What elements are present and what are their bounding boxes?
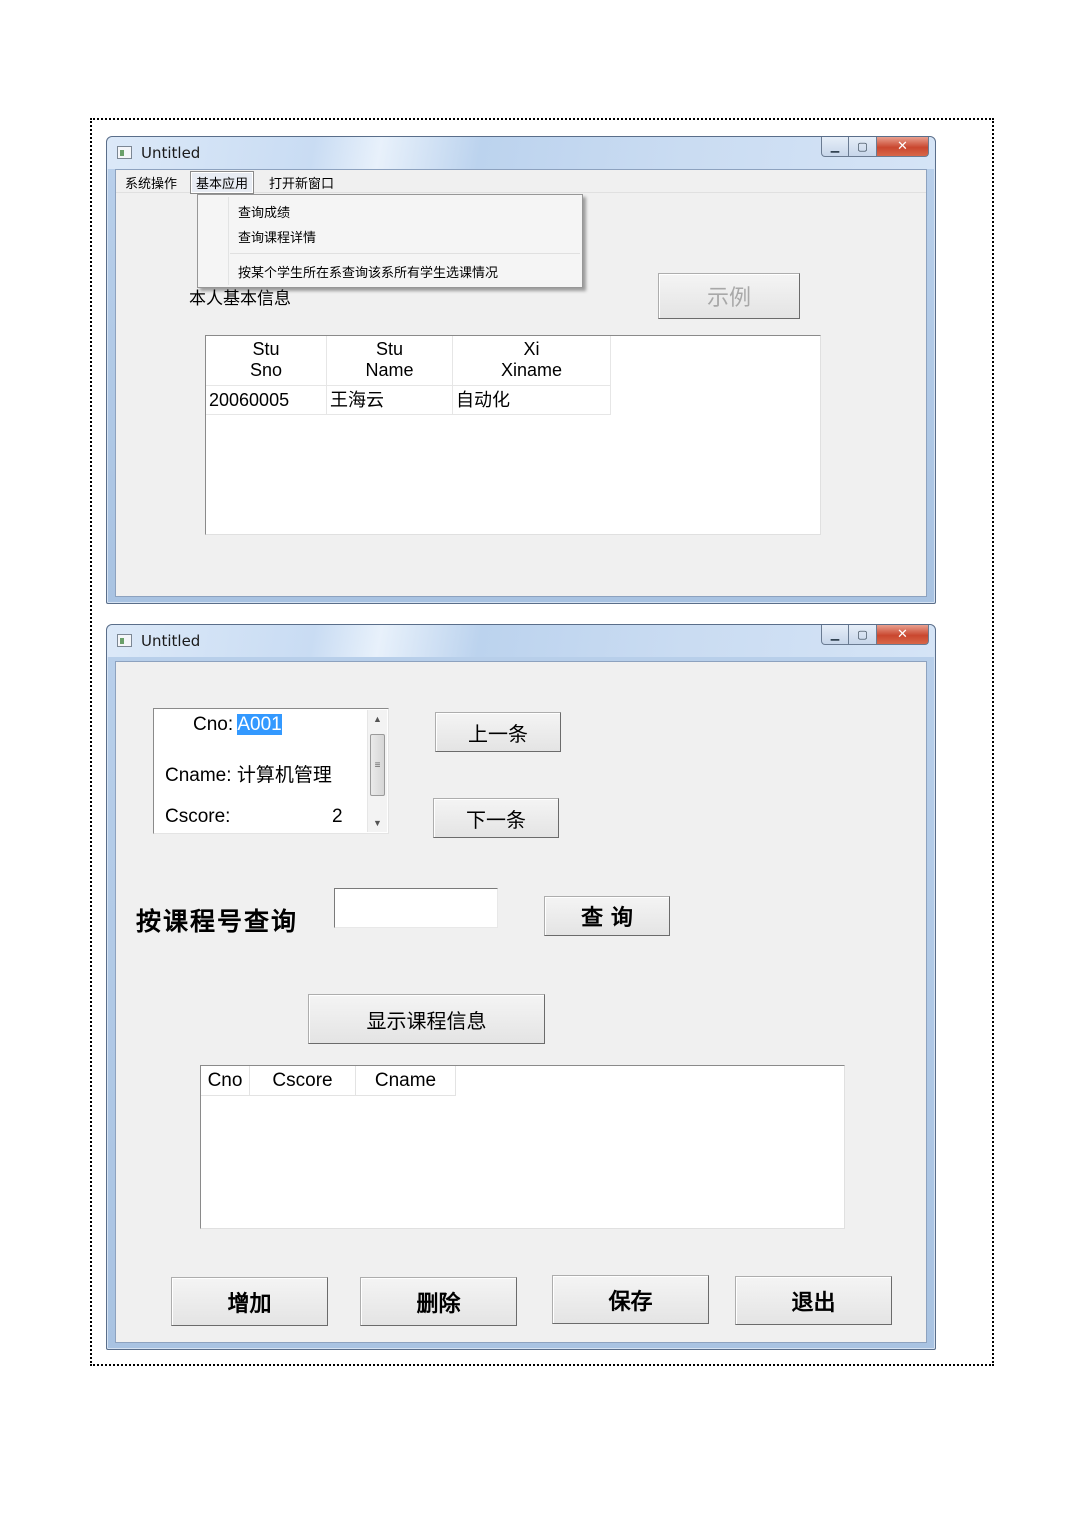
- cscore-value[interactable]: 2: [332, 806, 343, 828]
- menu-separator: [230, 253, 580, 254]
- course-list[interactable]: Cno Cscore Cname: [200, 1065, 845, 1229]
- minimize-icon[interactable]: ▁: [821, 137, 849, 157]
- menu-item-query-course-details[interactable]: 查询课程详情: [238, 227, 316, 246]
- title-bar[interactable]: Untitled ▁ ▢ ✕: [107, 625, 935, 657]
- scroll-down-icon[interactable]: ▼: [368, 814, 387, 832]
- maximize-icon[interactable]: ▢: [849, 137, 877, 157]
- window-title: Untitled: [141, 632, 201, 650]
- cname-row: Cname: 计算机管理: [165, 760, 332, 787]
- menu-gutter: [228, 197, 229, 285]
- prev-record-button[interactable]: 上一条: [435, 712, 561, 752]
- grid-cell-sno[interactable]: 20060005: [206, 386, 327, 415]
- menu-open-new-window[interactable]: 打开新窗口: [264, 172, 339, 193]
- example-button[interactable]: 示例: [658, 273, 800, 319]
- list-header-cscore[interactable]: Cscore: [250, 1066, 356, 1096]
- cno-label: Cno:: [193, 714, 234, 735]
- next-record-button[interactable]: 下一条: [433, 798, 559, 838]
- menu-bar: 系统操作 基本应用 打开新窗口: [116, 170, 926, 194]
- client-area: 系统操作 基本应用 打开新窗口 查询成绩 查询课程详情 按某个学生所在系查询该系…: [115, 169, 927, 597]
- show-course-info-button[interactable]: 显示课程信息: [308, 994, 545, 1044]
- delete-button[interactable]: 删除: [360, 1277, 517, 1326]
- list-header-cno[interactable]: Cno: [201, 1066, 250, 1096]
- menu-system-ops[interactable]: 系统操作: [120, 172, 182, 193]
- maximize-icon[interactable]: ▢: [849, 625, 877, 645]
- caption-buttons: ▁ ▢ ✕: [821, 137, 929, 157]
- menu-item-query-dept-courses[interactable]: 按某个学生所在系查询该系所有学生选课情况: [238, 262, 498, 281]
- cscore-label: Cscore:: [165, 806, 231, 827]
- save-button[interactable]: 保存: [552, 1275, 709, 1324]
- query-by-course-label: 按课程号查询: [136, 907, 299, 936]
- app-icon: [117, 146, 132, 159]
- window-student-info: Untitled ▁ ▢ ✕ 系统操作 基本应用 打开新窗口 查询成绩 查询课程…: [106, 136, 936, 604]
- client-area: Cno: A001 Cname: 计算机管理 Cscore: 2 ▲ ≡ ▼ 上…: [115, 661, 927, 1343]
- grid-header-sno[interactable]: Stu Sno: [206, 336, 327, 386]
- record-scrollbar[interactable]: ▲ ≡ ▼: [367, 710, 387, 832]
- window-title: Untitled: [141, 144, 201, 162]
- grid-cell-xiname[interactable]: 自动化: [453, 386, 611, 415]
- scroll-up-icon[interactable]: ▲: [368, 710, 387, 728]
- query-button[interactable]: 查 询: [544, 896, 670, 936]
- title-bar[interactable]: Untitled ▁ ▢ ✕: [107, 137, 935, 169]
- grid-header-name[interactable]: Stu Name: [327, 336, 453, 386]
- menu-item-query-grades[interactable]: 查询成绩: [238, 202, 290, 221]
- cno-row: Cno: A001: [193, 714, 282, 736]
- close-icon[interactable]: ✕: [877, 625, 929, 645]
- exit-button[interactable]: 退出: [735, 1276, 892, 1325]
- close-icon[interactable]: ✕: [877, 137, 929, 157]
- cname-value[interactable]: 计算机管理: [237, 765, 332, 786]
- scroll-thumb[interactable]: ≡: [370, 734, 385, 796]
- cname-label: Cname:: [165, 765, 232, 786]
- cno-value[interactable]: A001: [237, 714, 282, 735]
- course-number-input[interactable]: [334, 888, 498, 928]
- basic-apps-dropdown: 查询成绩 查询课程详情 按某个学生所在系查询该系所有学生选课情况: [197, 194, 583, 288]
- menu-basic-apps[interactable]: 基本应用: [190, 171, 255, 194]
- add-button[interactable]: 增加: [171, 1277, 328, 1326]
- minimize-icon[interactable]: ▁: [821, 625, 849, 645]
- list-header-cname[interactable]: Cname: [356, 1066, 456, 1096]
- course-record-box[interactable]: Cno: A001 Cname: 计算机管理 Cscore: 2 ▲ ≡ ▼: [153, 708, 389, 834]
- student-grid[interactable]: Stu Sno Stu Name Xi Xiname 20060005 王海云 …: [205, 335, 821, 535]
- caption-buttons: ▁ ▢ ✕: [821, 625, 929, 645]
- grid-header-xiname[interactable]: Xi Xiname: [453, 336, 611, 386]
- app-icon: [117, 634, 132, 647]
- window-course-info: Untitled ▁ ▢ ✕ Cno: A001 Cname: 计算机管理 Cs…: [106, 624, 936, 1350]
- grid-cell-name[interactable]: 王海云: [327, 386, 453, 415]
